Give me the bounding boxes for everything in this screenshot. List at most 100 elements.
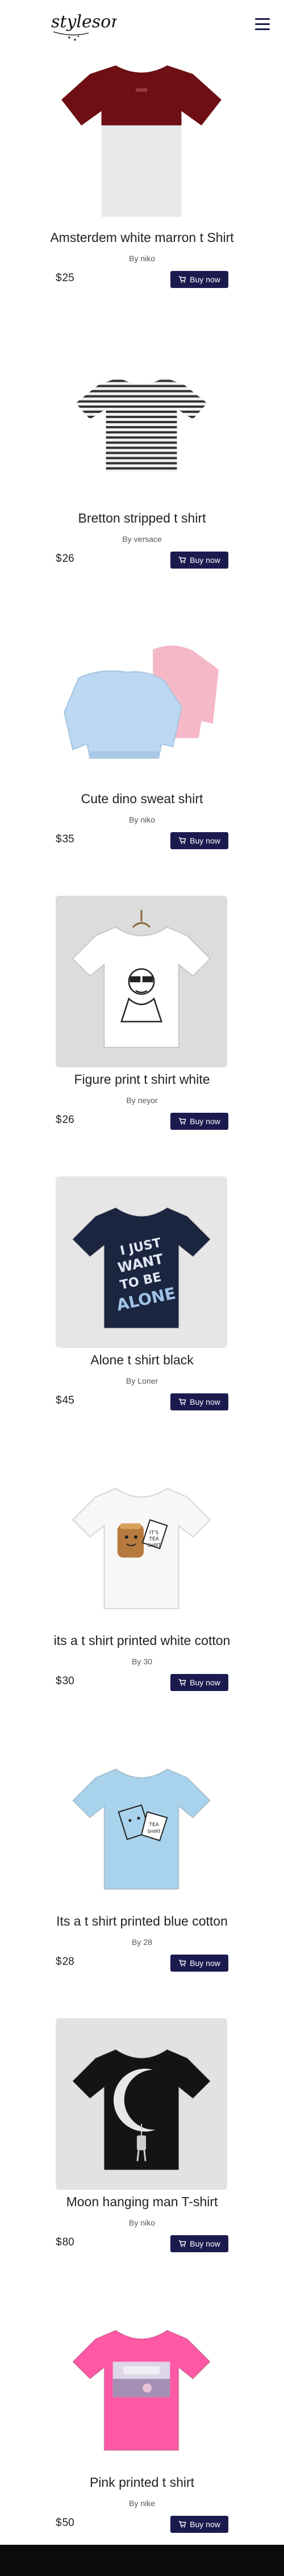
price-amount: 25 — [62, 272, 74, 284]
brand-logo[interactable]: stylesore — [49, 8, 129, 43]
price-amount: 28 — [62, 1956, 74, 1968]
by-prefix: By — [126, 1096, 136, 1105]
product-card: IT'S TEA SHIRT its a t shirt printed white… — [0, 1457, 284, 1738]
product-title[interactable]: Its a t shirt printed blue cotton — [0, 1914, 284, 1929]
product-brand: By niko — [0, 2218, 284, 2227]
buy-now-button[interactable]: Buy now — [170, 1393, 228, 1410]
product-card: Cute dino sweat shirt By niko $35 Buy now — [0, 615, 284, 896]
brand-name: nike — [140, 2499, 156, 2508]
product-card: I JUST WANT TO BE ALONE Alone t shirt black… — [0, 1176, 284, 1457]
buy-now-button[interactable]: Buy now — [170, 552, 228, 569]
pink-printed-tshirt-image[interactable] — [56, 2299, 227, 2470]
buy-now-button[interactable]: Buy now — [170, 271, 228, 288]
white-figure-tshirt-image[interactable] — [56, 896, 227, 1067]
product-brand: By neyor — [0, 1096, 284, 1105]
by-prefix: By — [128, 2218, 139, 2227]
cart-icon — [179, 2240, 186, 2247]
cart-icon — [179, 276, 186, 283]
brand-name: niko — [140, 254, 156, 263]
svg-text:IT'S: IT'S — [149, 1530, 159, 1536]
buy-now-button[interactable]: Buy now — [170, 2235, 228, 2252]
by-prefix: By — [128, 2499, 139, 2508]
brand-name: 30 — [143, 1657, 152, 1666]
brand-name: Loner — [137, 1376, 158, 1385]
black-moon-tshirt-image[interactable] — [56, 2018, 227, 2190]
price-amount: 35 — [62, 833, 74, 845]
product-price: $50 — [56, 2517, 74, 2529]
svg-text:stylesore: stylesore — [51, 12, 117, 32]
brand-name: neyor — [137, 1096, 158, 1105]
buy-now-label: Buy now — [190, 1678, 220, 1687]
product-price: $45 — [56, 1395, 74, 1407]
product-title[interactable]: Bretton stripped t shirt — [0, 511, 284, 526]
product-price: $80 — [56, 2236, 74, 2249]
svg-text:TEA: TEA — [148, 1822, 159, 1828]
price-amount: 26 — [62, 553, 74, 565]
buy-now-label: Buy now — [190, 1397, 220, 1406]
header: stylesore — [0, 0, 284, 54]
buy-now-label: Buy now — [190, 1117, 220, 1126]
by-prefix: By — [126, 1376, 136, 1385]
buy-now-label: Buy now — [190, 1959, 220, 1968]
price-amount: 80 — [62, 2236, 74, 2248]
product-title[interactable]: Amsterdem white marron t Shirt — [0, 230, 284, 245]
blue-pink-sweatshirts-image[interactable] — [56, 615, 227, 787]
buy-now-button[interactable]: Buy now — [170, 1674, 228, 1691]
cart-icon — [179, 1118, 186, 1125]
brand-name: niko — [140, 815, 156, 824]
currency-symbol: $ — [56, 1395, 62, 1406]
product-title[interactable]: Cute dino sweat shirt — [0, 791, 284, 807]
white-tea-tshirt-image[interactable]: IT'S TEA SHIRT — [56, 1457, 227, 1629]
blue-tea-tshirt-image[interactable]: TEA SHIRT — [56, 1738, 227, 1909]
product-price: $30 — [56, 1675, 74, 1688]
product-title[interactable]: Figure print t shirt white — [0, 1072, 284, 1087]
navy-alone-tshirt-image[interactable]: I JUST WANT TO BE ALONE — [56, 1176, 227, 1348]
product-card: Amsterdem white marron t Shirt By niko $2… — [0, 54, 284, 335]
menu-icon[interactable] — [255, 18, 270, 31]
product-card: Bretton stripped t shirt By versace $26 B… — [0, 335, 284, 615]
striped-tshirt-image[interactable] — [56, 335, 227, 506]
buy-now-button[interactable]: Buy now — [170, 832, 228, 849]
product-title[interactable]: its a t shirt printed white cotton — [0, 1633, 284, 1648]
cart-icon — [179, 1679, 186, 1686]
currency-symbol: $ — [56, 2236, 62, 2248]
currency-symbol: $ — [56, 1956, 62, 1968]
product-title[interactable]: Pink printed t shirt — [0, 2475, 284, 2490]
product-card: Figure print t shirt white By neyor $26 B… — [0, 896, 284, 1176]
product-brand: By 28 — [0, 1938, 284, 1947]
currency-symbol: $ — [56, 1675, 62, 1687]
buy-now-button[interactable]: Buy now — [170, 2516, 228, 2533]
buy-now-label: Buy now — [190, 836, 220, 845]
product-price: $28 — [56, 1956, 74, 1968]
product-title[interactable]: Moon hanging man T-shirt — [0, 2194, 284, 2210]
by-prefix: By — [132, 1938, 141, 1947]
product-brand: By versace — [0, 535, 284, 544]
cart-icon — [179, 837, 186, 844]
by-prefix: By — [122, 535, 132, 544]
maroon-white-tshirt-image[interactable] — [56, 54, 227, 226]
product-brand: By Loner — [0, 1376, 284, 1385]
price-amount: 45 — [62, 1395, 74, 1406]
price-amount: 50 — [62, 2517, 74, 2529]
product-title[interactable]: Alone t shirt black — [0, 1352, 284, 1368]
logo-mark: stylesore — [51, 12, 129, 41]
svg-text:TEA: TEA — [148, 1537, 159, 1542]
product-card: Pink printed t shirt By nike $50 Buy now — [0, 2299, 284, 2576]
brand-name: niko — [140, 2218, 156, 2227]
by-prefix: By — [132, 1657, 141, 1666]
product-brand: By 30 — [0, 1657, 284, 1666]
buy-now-button[interactable]: Buy now — [170, 1955, 228, 1972]
currency-symbol: $ — [56, 833, 62, 845]
price-amount: 30 — [62, 1675, 74, 1687]
brand-name: versace — [133, 535, 162, 544]
buy-now-label: Buy now — [190, 556, 220, 565]
cart-icon — [179, 1960, 186, 1967]
product-price: $25 — [56, 272, 74, 285]
currency-symbol: $ — [56, 272, 62, 284]
buy-now-button[interactable]: Buy now — [170, 1113, 228, 1130]
product-card: TEA SHIRT Its a t shirt printed blue cott… — [0, 1738, 284, 2018]
currency-symbol: $ — [56, 553, 62, 565]
svg-text:SHIRT: SHIRT — [147, 1543, 161, 1548]
footer — [0, 2545, 284, 2576]
product-price: $26 — [56, 1114, 74, 1126]
